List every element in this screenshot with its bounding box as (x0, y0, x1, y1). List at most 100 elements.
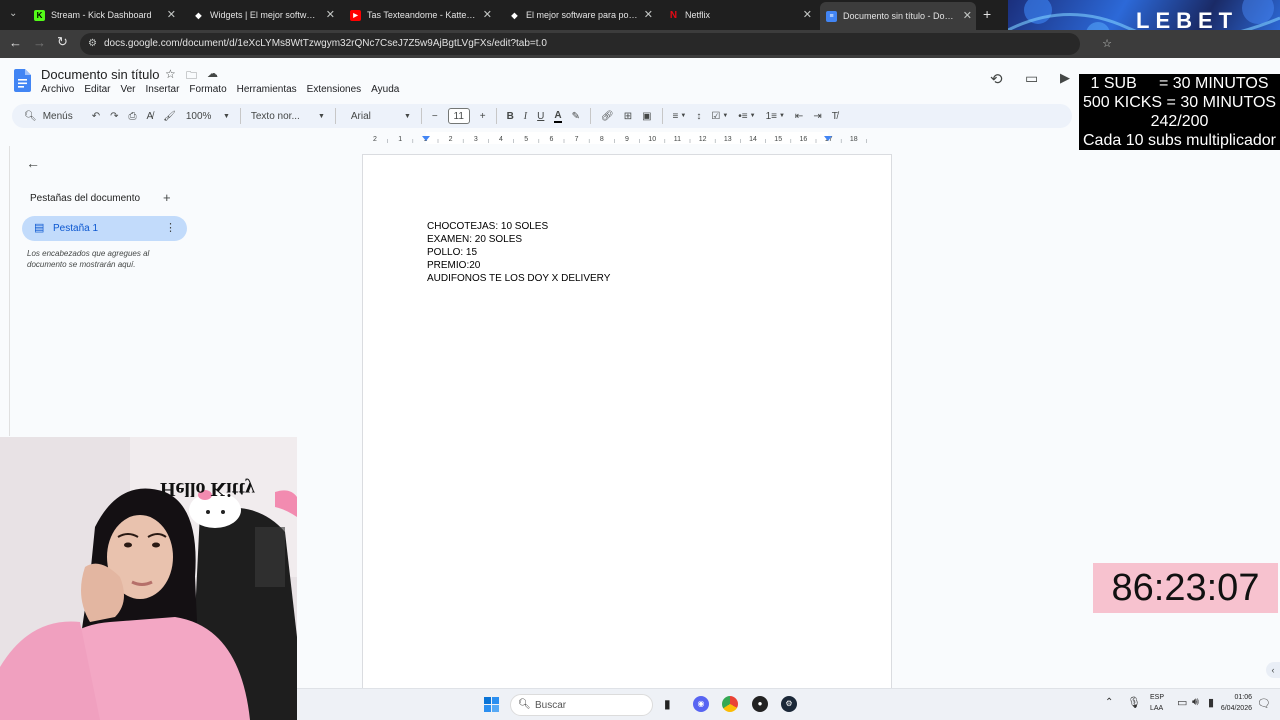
browser-tab[interactable]: ◆ El mejor software para potencia ✕ (505, 4, 657, 26)
menu-formato[interactable]: Formato (189, 84, 226, 95)
chevron-down-icon: ▼ (222, 112, 230, 120)
new-tab-icon[interactable]: + (983, 6, 991, 22)
paint-format-icon[interactable]: 🖌︎ (163, 111, 176, 122)
microphone-icon[interactable]: 🎙︎ (1127, 696, 1141, 709)
tab-item-pestana-1[interactable]: ▤ Pestaña 1 ⋮ (22, 216, 187, 241)
document-line[interactable]: CHOCOTEJAS: 10 SOLES (427, 220, 827, 233)
numbered-list-icon[interactable]: 1≡ ▼ (766, 111, 785, 122)
document-line[interactable]: AUDIFONOS TE LOS DOY X DELIVERY (427, 272, 827, 285)
tab-search-chevron-icon[interactable]: ⌄ (9, 8, 17, 19)
tab-title: Widgets | El mejor software par (210, 10, 320, 20)
menu-ayuda[interactable]: Ayuda (371, 84, 399, 95)
checklist-icon[interactable]: ☑ ▼ (711, 111, 728, 122)
link-icon[interactable]: 🔗︎ (601, 111, 614, 122)
document-line[interactable]: PREMIO:20 (427, 259, 827, 272)
browser-tab[interactable]: ▶ Tas Texteandome - Katteyes x I ✕ (346, 4, 496, 26)
close-tab-icon[interactable]: ✕ (644, 8, 653, 21)
docs-logo-icon[interactable] (14, 69, 31, 92)
align-icon[interactable]: ≡ ▼ (673, 111, 687, 122)
clock-date[interactable]: 6/04/2026 (1207, 705, 1252, 712)
volume-icon[interactable]: 🔊︎ (1192, 696, 1199, 709)
show-hidden-icons-chevron-icon[interactable]: ⌃ (1105, 697, 1113, 708)
undo-icon[interactable]: ↶ (92, 111, 100, 122)
version-history-icon[interactable]: ⟲ (990, 70, 1003, 88)
text-color-icon[interactable]: A (554, 110, 562, 123)
star-icon[interactable]: ☆ (165, 67, 176, 81)
highlight-icon[interactable]: ✎ (572, 111, 580, 122)
close-tab-icon[interactable]: ✕ (483, 8, 492, 21)
document-title[interactable]: Documento sin título (41, 67, 160, 82)
zoom-select[interactable]: 100% ▼ (186, 111, 230, 122)
document-body[interactable]: CHOCOTEJAS: 10 SOLES EXAMEN: 20 SOLES PO… (427, 220, 827, 285)
language-bottom[interactable]: LAA (1150, 705, 1163, 712)
side-panel-expand-icon[interactable]: ‹ (1266, 662, 1280, 678)
discord-icon[interactable]: ◉ (693, 696, 709, 712)
document-page[interactable]: CHOCOTEJAS: 10 SOLES EXAMEN: 20 SOLES PO… (362, 154, 892, 694)
insert-image-icon[interactable]: ▣ (642, 111, 651, 122)
browser-tab[interactable]: K Stream - Kick Dashboard ✕ (28, 4, 180, 26)
paragraph-style-select[interactable]: Texto nor... ▼ (251, 111, 325, 122)
menu-insertar[interactable]: Insertar (146, 84, 180, 95)
browser-tab[interactable]: N Netflix ✕ (664, 4, 816, 26)
close-tab-icon[interactable]: ✕ (167, 8, 176, 21)
print-icon[interactable]: ⎙ (129, 111, 137, 122)
notifications-icon[interactable]: 🗨︎ (1257, 697, 1271, 710)
docs-icon: ≡ (826, 10, 837, 22)
document-line[interactable]: EXAMEN: 20 SOLES (427, 233, 827, 246)
document-tabs-heading: Pestañas del documento (30, 193, 141, 204)
menu-ver[interactable]: Ver (120, 84, 135, 95)
more-options-icon[interactable]: ⋮ (165, 221, 176, 234)
add-tab-icon[interactable]: + (163, 190, 171, 205)
clock-time[interactable]: 01:06 (1219, 694, 1252, 701)
horizontal-ruler[interactable]: 21123456789101112131415161718 (362, 132, 892, 144)
redo-icon[interactable]: ↷ (110, 111, 118, 122)
increase-indent-icon[interactable]: ⇥ (813, 111, 821, 122)
ruler-tick-label: 3 (474, 136, 478, 143)
windows-start-icon[interactable] (484, 697, 499, 712)
close-tab-icon[interactable]: ✕ (963, 9, 972, 22)
font-size-input[interactable]: 11 (447, 108, 470, 124)
network-icon[interactable]: ▭ (1177, 696, 1187, 709)
document-line[interactable]: POLLO: 15 (427, 246, 827, 259)
search-menus-button[interactable]: 🔍︎ Menús (24, 111, 73, 122)
menu-archivo[interactable]: Archivo (41, 84, 74, 95)
bold-icon[interactable]: B (507, 111, 514, 122)
close-outline-back-icon[interactable]: ← (26, 155, 40, 171)
menu-herramientas[interactable]: Herramientas (237, 84, 297, 95)
bulleted-list-icon[interactable]: •≡ ▼ (738, 111, 755, 122)
add-comment-icon[interactable]: ⊞ (624, 111, 632, 122)
bookmark-star-icon[interactable]: ☆ (1102, 33, 1112, 55)
underline-icon[interactable]: U (537, 111, 544, 122)
youtube-icon: ▶ (350, 9, 361, 21)
url-bar[interactable]: ⚙ docs.google.com/document/d/1eXcLYMs8Wt… (80, 33, 1112, 55)
back-icon[interactable]: ← (9, 35, 22, 50)
obs-icon[interactable]: ● (752, 696, 768, 712)
clear-formatting-icon[interactable]: T̸ (832, 111, 838, 122)
chrome-icon[interactable] (722, 696, 738, 712)
line-spacing-icon[interactable]: ↕ (696, 111, 701, 122)
task-view-icon[interactable]: ▮ (664, 697, 671, 711)
site-info-icon[interactable]: ⚙ (88, 33, 97, 55)
menu-extensiones[interactable]: Extensiones (307, 84, 361, 95)
language-top[interactable]: ESP (1150, 694, 1164, 701)
italic-icon[interactable]: I (524, 111, 527, 122)
browser-tab[interactable]: ◆ Widgets | El mejor software par ✕ (187, 4, 339, 26)
font-select[interactable]: Arial ▼ (351, 111, 411, 122)
taskbar-search-box[interactable]: 🔍︎ Buscar (510, 694, 653, 716)
meet-icon[interactable]: ▶ (1060, 70, 1070, 86)
comments-icon[interactable]: ▭ (1025, 70, 1038, 87)
increase-font-size-icon[interactable]: + (480, 111, 486, 122)
ruler-tick-label: 6 (549, 136, 553, 143)
reload-icon[interactable]: ↻ (57, 34, 68, 50)
close-tab-icon[interactable]: ✕ (326, 8, 335, 21)
forward-icon[interactable]: → (33, 35, 46, 50)
decrease-indent-icon[interactable]: ⇤ (795, 111, 803, 122)
steam-icon[interactable]: ⚙ (781, 696, 797, 712)
cloud-status-icon[interactable]: ☁ (207, 67, 218, 80)
browser-tab-active[interactable]: ≡ Documento sin título - Docume ✕ (820, 2, 976, 30)
document-tab-icon: ▤ (34, 222, 45, 234)
spellcheck-icon[interactable]: A̸ (147, 111, 154, 122)
close-tab-icon[interactable]: ✕ (803, 8, 812, 21)
menu-editar[interactable]: Editar (84, 84, 110, 95)
decrease-font-size-icon[interactable]: − (432, 111, 438, 122)
